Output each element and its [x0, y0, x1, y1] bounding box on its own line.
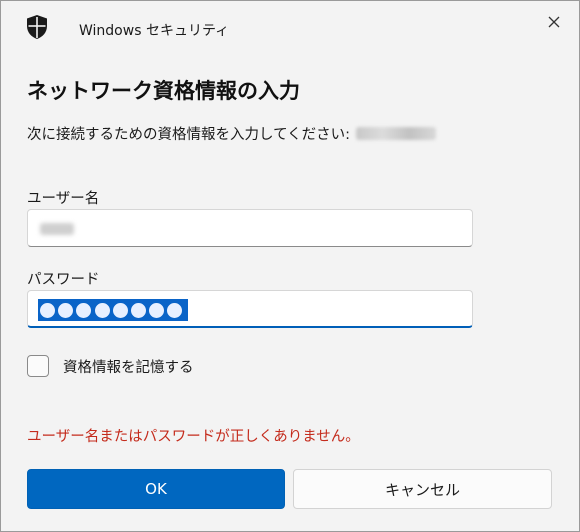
close-button[interactable] — [539, 7, 569, 37]
remember-checkbox[interactable] — [27, 355, 49, 377]
password-dot — [40, 302, 55, 318]
password-dot — [76, 302, 92, 318]
ok-button[interactable]: OK — [27, 469, 285, 509]
redacted-server-name — [356, 127, 437, 140]
password-dot — [112, 302, 128, 318]
title-bar: Windows セキュリティ — [1, 1, 579, 57]
password-dot — [94, 302, 110, 318]
password-label: パスワード — [27, 272, 100, 288]
username-field[interactable] — [27, 209, 473, 247]
redacted-username — [40, 223, 74, 235]
window-title: Windows セキュリティ — [79, 23, 230, 39]
dialog-heading: ネットワーク資格情報の入力 — [27, 79, 300, 103]
username-label: ユーザー名 — [27, 191, 100, 207]
remember-credentials-row[interactable]: 資格情報を記憶する — [27, 355, 194, 377]
prompt-text: 次に接続するための資格情報を入力してください: — [27, 127, 351, 143]
password-dot — [130, 302, 146, 318]
close-icon — [548, 16, 560, 28]
cancel-button[interactable]: キャンセル — [293, 469, 552, 509]
password-dot — [58, 302, 74, 318]
password-field[interactable] — [27, 290, 473, 328]
error-message: ユーザー名またはパスワードが正しくありません。 — [27, 429, 360, 445]
remember-label: 資格情報を記憶する — [63, 359, 194, 376]
password-dot — [167, 302, 183, 318]
credentials-dialog: Windows セキュリティ ネットワーク資格情報の入力 次に接続するための資格… — [0, 0, 580, 532]
password-dot — [149, 302, 165, 318]
prompt-row: 次に接続するための資格情報を入力してください: — [27, 123, 437, 144]
password-selection — [38, 299, 188, 321]
shield-icon — [26, 14, 48, 40]
